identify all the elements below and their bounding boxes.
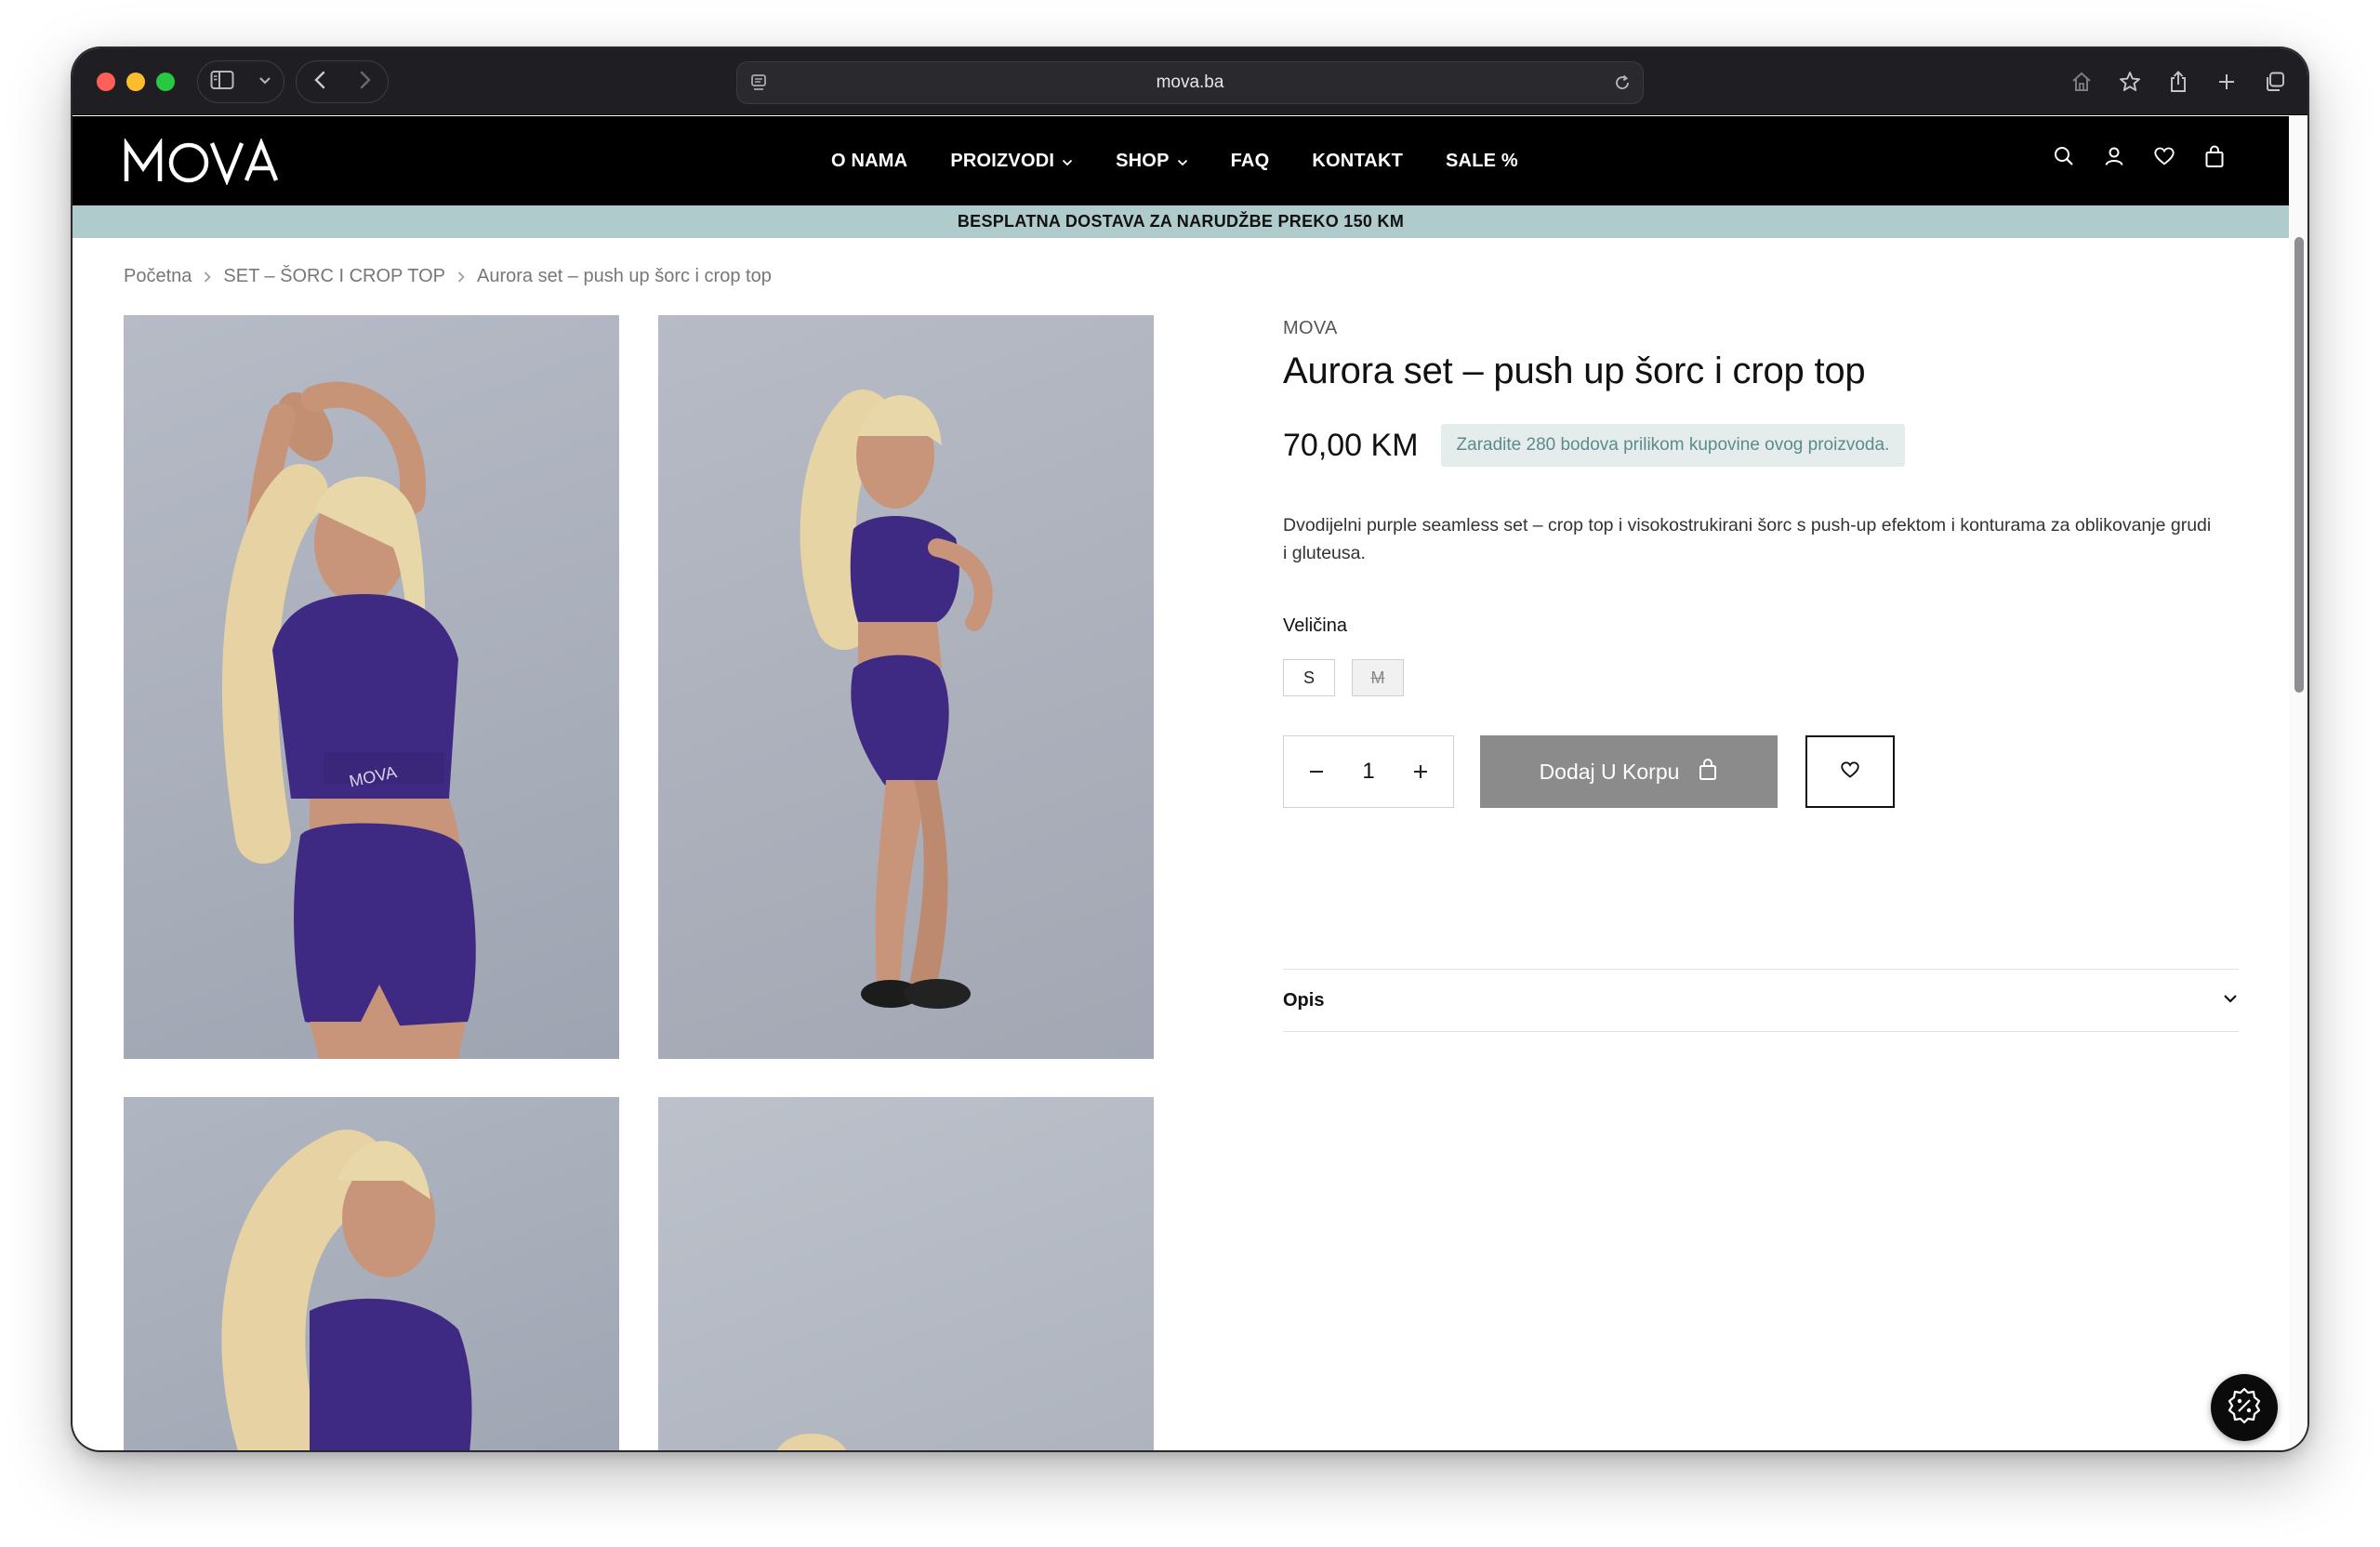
add-to-cart-button[interactable]: Dodaj U Korpu xyxy=(1480,735,1778,808)
accordion-opis[interactable]: Opis xyxy=(1283,969,2239,1032)
chevron-down-icon xyxy=(1177,151,1188,172)
model-side-photo xyxy=(800,390,993,1009)
sidebar-toggle-button[interactable] xyxy=(197,60,284,103)
breadcrumb-category[interactable]: SET – ŠORC I CROP TOP xyxy=(223,266,445,287)
chevron-down-icon xyxy=(1062,151,1073,172)
back-button[interactable] xyxy=(313,70,326,95)
promo-banner: BESPLATNA DOSTAVA ZA NARUDŽBE PREKO 150 … xyxy=(73,205,2289,238)
product-image-side[interactable] xyxy=(658,315,1154,1059)
product-image-detail[interactable] xyxy=(658,1097,1154,1450)
reload-icon[interactable] xyxy=(1611,72,1633,99)
product-brand: MOVA xyxy=(1283,318,1338,338)
breadcrumb-home[interactable]: Početna xyxy=(124,266,192,287)
quantity-stepper: 1 xyxy=(1283,735,1454,808)
new-tab-icon[interactable] xyxy=(2207,62,2246,101)
size-label: Veličina xyxy=(1283,615,1347,636)
close-window-button[interactable] xyxy=(97,73,115,91)
nav-sale[interactable]: SALE % xyxy=(1446,151,1518,172)
size-option-s[interactable]: S xyxy=(1283,659,1335,696)
nav-faq[interactable]: FAQ xyxy=(1231,151,1270,172)
history-nav xyxy=(296,60,389,103)
model-front-photo: MOVA xyxy=(221,381,476,1059)
minimize-window-button[interactable] xyxy=(126,73,145,91)
nav-kontakt[interactable]: KONTAKT xyxy=(1312,151,1403,172)
chevron-right-icon xyxy=(456,271,466,284)
forward-button[interactable] xyxy=(359,70,372,95)
quantity-value[interactable]: 1 xyxy=(1362,759,1374,785)
tab-overview-icon[interactable] xyxy=(2255,62,2294,101)
user-icon[interactable] xyxy=(2103,144,2125,168)
product-image-front[interactable]: MOVA xyxy=(124,315,619,1059)
chevron-down-icon xyxy=(258,73,271,90)
loyalty-points-notice: Zaradite 280 bodova prilikom kupovine ov… xyxy=(1440,424,1906,467)
percent-badge-icon xyxy=(2224,1385,2265,1431)
plus-icon[interactable] xyxy=(1402,753,1439,790)
home-icon[interactable] xyxy=(2062,62,2101,101)
product-title: Aurora set – push up šorc i crop top xyxy=(1283,350,1866,391)
minus-icon[interactable] xyxy=(1298,753,1335,790)
size-option-m[interactable]: M xyxy=(1352,659,1404,696)
model-detail-photo xyxy=(776,1434,847,1450)
add-to-wishlist-button[interactable] xyxy=(1805,735,1895,808)
heart-icon xyxy=(1840,760,1860,784)
breadcrumb: Početna SET – ŠORC I CROP TOP Aurora set… xyxy=(124,266,772,287)
page-settings-icon[interactable] xyxy=(748,72,771,99)
breadcrumb-current: Aurora set – push up šorc i crop top xyxy=(476,266,772,286)
bag-icon xyxy=(1698,757,1718,787)
nav-o-nama[interactable]: O NAMA xyxy=(831,151,907,172)
scrollbar[interactable] xyxy=(2289,116,2307,1450)
sidebar-icon xyxy=(210,70,234,95)
product-image-back[interactable] xyxy=(124,1097,619,1450)
nav-proizvodi[interactable]: PROIZVODI xyxy=(950,151,1073,172)
bag-icon[interactable] xyxy=(2203,144,2226,168)
product-price: 70,00 KM xyxy=(1283,427,1419,463)
share-icon[interactable] xyxy=(2159,62,2198,101)
browser-window: mova.ba O NAMA PROIZVODI SHOP FAQ KONTAK… xyxy=(73,48,2307,1450)
discount-badge-button[interactable] xyxy=(2211,1374,2278,1441)
heart-icon[interactable] xyxy=(2153,144,2175,168)
header-actions xyxy=(2053,144,2226,168)
browser-actions xyxy=(2062,60,2294,103)
url-text: mova.ba xyxy=(1156,73,1224,92)
main-navigation: O NAMA PROIZVODI SHOP FAQ KONTAKT SALE % xyxy=(831,116,1561,205)
chevron-right-icon xyxy=(203,271,212,284)
product-description: Dvodijelni purple seamless set – crop to… xyxy=(1283,515,2212,563)
address-bar[interactable]: mova.ba xyxy=(736,61,1644,104)
model-back-photo xyxy=(221,1130,472,1450)
bookmark-star-icon[interactable] xyxy=(2110,62,2149,101)
browser-toolbar: mova.ba xyxy=(73,48,2307,115)
add-to-cart-label: Dodaj U Korpu xyxy=(1539,759,1680,784)
search-icon[interactable] xyxy=(2053,144,2075,168)
site-header: O NAMA PROIZVODI SHOP FAQ KONTAKT SALE % xyxy=(73,116,2289,205)
scrollbar-thumb[interactable] xyxy=(2294,237,2304,693)
chevron-down-icon xyxy=(2222,992,2239,1009)
nav-shop[interactable]: SHOP xyxy=(1116,151,1187,172)
purchase-row: 1 Dodaj U Korpu xyxy=(1283,735,2241,808)
zoom-window-button[interactable] xyxy=(156,73,175,91)
accordion-title: Opis xyxy=(1283,989,1325,1011)
price-row: 70,00 KM Zaradite 280 bodova prilikom ku… xyxy=(1283,424,2241,467)
product-info: MOVA Aurora set – push up šorc i crop to… xyxy=(1283,318,2241,808)
mova-logo[interactable] xyxy=(124,137,280,190)
size-selector: S M xyxy=(1283,659,2241,696)
